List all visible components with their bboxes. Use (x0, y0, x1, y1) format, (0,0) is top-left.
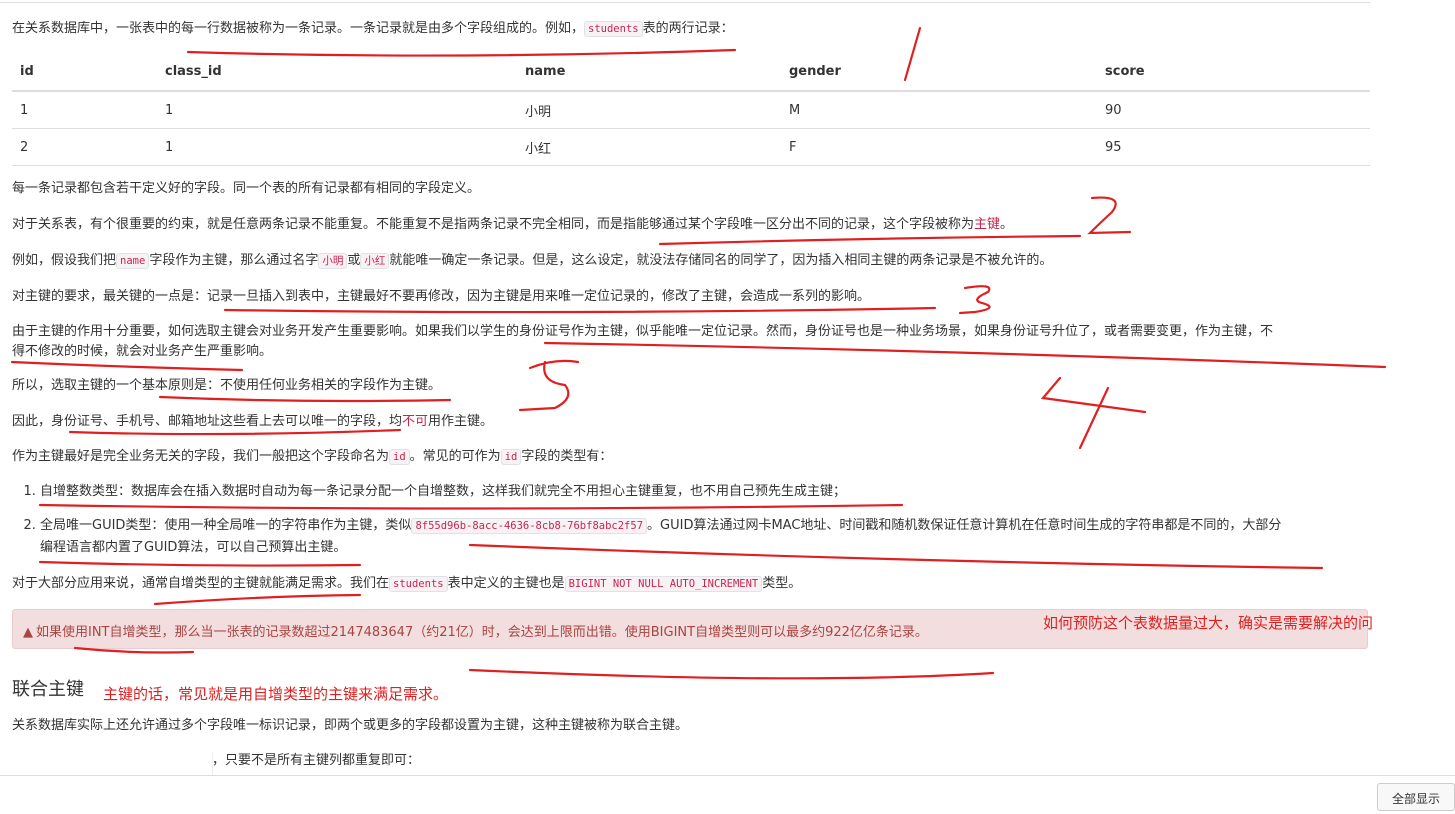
mark-3 (958, 285, 991, 315)
code-id: id (389, 449, 410, 465)
table-cell: 95 (1097, 128, 1370, 166)
bottom-bar (0, 775, 1455, 808)
underline-9 (153, 593, 362, 606)
not-allowed-term: 不可 (402, 414, 429, 429)
list-item: 全局唯一GUID类型：使用一种全局唯一的字符串作为主键，类似8f55d96b-8… (40, 515, 1281, 559)
alert-text: 如果使用INT自增类型，那么当一张表的记录数超过2147483647（约21亿）… (36, 625, 928, 640)
paragraph-requirement: 对主键的要求，最关键的一点是：记录一旦插入到表中，主键最好不要再修改，因为主键是… (12, 289, 871, 304)
code-xiaohong: 小红 (360, 253, 390, 269)
paragraph-principle: 所以，选取主键的一个基本原则是：不使用任何业务相关的字段作为主键。 (12, 378, 442, 393)
code-guid: 8f55d96b-8acc-4636-8cb8-76bf8abc2f57 (411, 518, 648, 534)
code-id: id (500, 449, 522, 465)
paragraph-constraint: 对于关系表，有个很重要的约束，就是任意两条记录不能重复。不能重复不是指两条记录不… (12, 217, 1014, 232)
table-cell: F (781, 128, 1097, 166)
handwritten-note-2: 主键的话，常见就是用自增类型的主键来满足需求。 (103, 685, 449, 703)
table-header-cell: class_id (157, 52, 517, 92)
table-cell: 小明 (517, 91, 781, 129)
handwritten-note-1: 如何预防这个表数据量过大，确实是需要解决的问 (1043, 614, 1374, 632)
underline-4 (543, 341, 1387, 369)
table-header-cell: name (517, 52, 781, 92)
table-header-cell: gender (781, 52, 1097, 92)
code-bigint: BIGINT NOT NULL AUTO_INCREMENT (564, 576, 763, 592)
paragraph-intro: 在关系数据库中，一张表中的每一行数据被称为一条记录。一条记录就是由多个字段组成的… (12, 21, 734, 37)
list-item: 自增整数类型：数据库会在插入数据时自动为每一条记录分配一个自增整数，这样我们就完… (40, 481, 1281, 503)
section-heading: 联合主键 (12, 679, 84, 700)
paragraph-id-types: 作为主键最好是完全业务无关的字段，我们一般把这个字段命名为 id 。常见的可作为 id… (12, 449, 613, 465)
code-name: name (116, 253, 150, 269)
top-divider (0, 2, 1370, 3)
code-xiaoming: 小明 (318, 253, 348, 269)
code-students: students (584, 21, 643, 37)
paragraph-summary: 对于大部分应用来说，通常自增类型的主键就能满足需求。我们在 students 表中定… (12, 576, 802, 592)
table-cell: 90 (1097, 91, 1370, 129)
table-cell: 2 (12, 128, 157, 166)
underline-5 (158, 395, 452, 403)
warning-icon: ▲ (23, 625, 33, 640)
paragraph-example: 例如，假设我们把 name 字段作为主键，那么通过名字 小明或小红 就能唯一确定一条记录… (12, 253, 1053, 269)
table-row: 1 1 小明 M 90 (12, 91, 1370, 129)
paragraph-composite-key: 关系数据库实际上还允许通过多个字段唯一标识记录，即两个或更多的字段都设置为主键，… (12, 718, 689, 733)
table-cell: 小红 (517, 128, 781, 166)
mark-4 (1040, 376, 1147, 450)
code-students: students (389, 576, 448, 592)
table-cell: 1 (157, 128, 517, 166)
table-cell: 1 (157, 91, 517, 129)
underline-3 (223, 306, 937, 314)
paragraph-composite-rule: ，只要不是所有主键列都重复即可： (212, 753, 421, 768)
underline-2 (658, 234, 1082, 246)
table-cell: 1 (12, 91, 157, 129)
underline-11 (468, 668, 995, 680)
table-header-cell: id (12, 52, 157, 92)
underline-4b (10, 360, 244, 372)
tooltip-box (0, 752, 213, 777)
paragraph-therefore: 因此，身份证号、手机号、邮箱地址这些看上去可以唯一的字段，均不可用作主键。 (12, 414, 494, 429)
key-type-list: 自增整数类型：数据库会在插入数据时自动为每一条记录分配一个自增整数，这样我们就完… (12, 481, 1281, 559)
students-table: id class_id name gender score 1 1 小明 M 9… (12, 52, 1370, 166)
table-header-row: id class_id name gender score (12, 52, 1370, 92)
mark-5 (518, 359, 580, 412)
paragraph-fields: 每一条记录都包含若干定义好的字段。同一个表的所有记录都有相同的字段定义。 (12, 181, 481, 196)
paragraph-importance-line1: 由于主键的作用十分重要，如何选取主键会对业务开发产生重要影响。如果我们以学生的身… (12, 324, 1274, 339)
primary-key-term: 主键 (974, 217, 1001, 232)
paragraph-importance-line2: 得不修改的时候，就会对业务产生严重影响。 (12, 344, 273, 359)
table-row: 2 1 小红 F 95 (12, 128, 1370, 166)
mark-2 (1087, 196, 1132, 235)
table-header-cell: score (1097, 52, 1370, 92)
table-cell: M (781, 91, 1097, 129)
underline-8b (38, 560, 362, 567)
